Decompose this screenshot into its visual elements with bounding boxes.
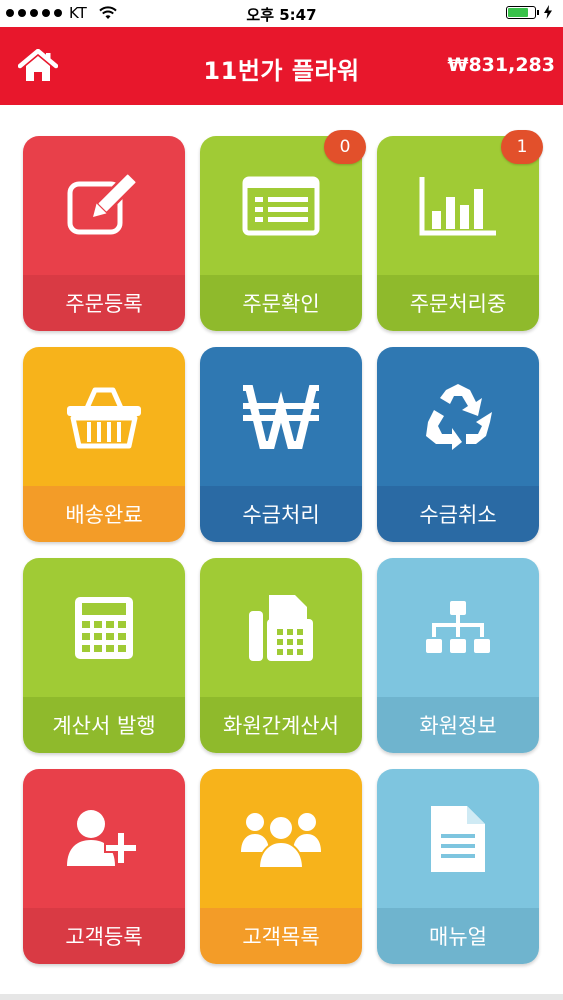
calculator-icon (73, 595, 135, 661)
menu-grid: 주문등록 주문확인 0 주문처리중 1 배송완료 수금처리 수금취소 계산서 발… (23, 130, 543, 964)
add-user-icon (65, 808, 143, 870)
tile-label: 주문확인 (242, 292, 320, 316)
tile-collection-cancel[interactable]: 수금취소 (377, 347, 539, 542)
notification-badge: 0 (324, 130, 366, 164)
tile-label: 고객등록 (65, 925, 143, 949)
battery-icon (506, 5, 536, 19)
tile-label: 수금취소 (419, 503, 497, 527)
tile-order-processing[interactable]: 주문처리중 1 (377, 130, 543, 331)
edit-icon (66, 173, 142, 238)
tile-label: 배송완료 (65, 503, 143, 527)
app-header: 11번가 플라워 ₩831,283 (0, 27, 563, 105)
group-icon (241, 808, 321, 870)
tile-invoice-issue[interactable]: 계산서 발행 (23, 558, 185, 753)
clock: 오후 5:47 (246, 6, 317, 24)
document-icon (429, 804, 487, 874)
tile-order-register[interactable]: 주문등록 (23, 136, 185, 331)
charging-bolt-icon (544, 5, 552, 19)
recycle-icon (420, 382, 496, 452)
tile-customer-register[interactable]: 고객등록 (23, 769, 185, 964)
list-icon (242, 176, 320, 236)
bottom-divider (0, 994, 563, 1000)
bar-chart-icon (418, 175, 498, 237)
tile-florist-info[interactable]: 화원정보 (377, 558, 539, 753)
tile-manual[interactable]: 매뉴얼 (377, 769, 539, 964)
tile-label: 화원정보 (419, 714, 497, 738)
tile-label: 주문등록 (65, 292, 143, 316)
balance-amount: ₩831,283 (447, 54, 556, 76)
sitemap-icon (424, 599, 492, 657)
battery-area (506, 5, 553, 19)
won-icon (241, 384, 321, 449)
tile-delivery-complete[interactable]: 배송완료 (23, 347, 185, 542)
tile-label: 매뉴얼 (429, 925, 487, 949)
tile-label: 계산서 발행 (52, 714, 156, 738)
tile-customer-list[interactable]: 고객목록 (200, 769, 362, 964)
tile-label: 주문처리중 (409, 292, 507, 316)
tile-label: 화원간계산서 (223, 714, 339, 738)
tile-label: 고객목록 (242, 925, 320, 949)
tile-inter-florist-invoice[interactable]: 화원간계산서 (200, 558, 362, 753)
basket-icon (65, 384, 143, 450)
fax-icon (247, 593, 315, 663)
notification-badge: 1 (501, 130, 543, 164)
tile-collection-process[interactable]: 수금처리 (200, 347, 362, 542)
tile-order-confirm[interactable]: 주문확인 0 (200, 130, 366, 331)
tile-label: 수금처리 (242, 503, 320, 527)
status-bar: KT 오후 5:47 (0, 0, 563, 27)
